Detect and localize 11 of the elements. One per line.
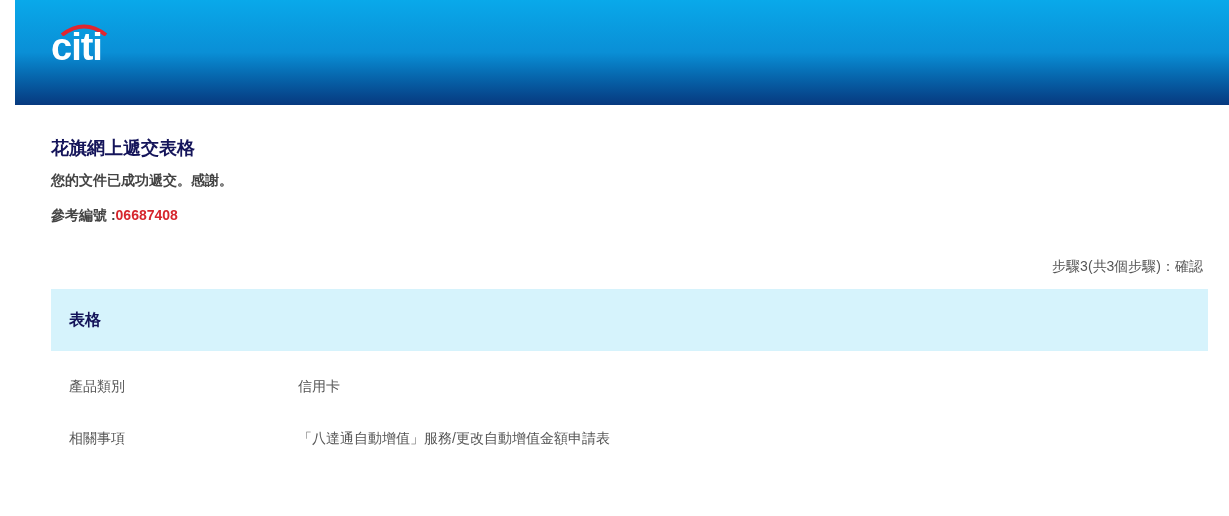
page-title: 花旗網上遞交表格 [51,137,196,160]
reference-label: 參考編號 : [51,206,116,225]
logo[interactable]: citi [51,24,108,66]
success-message: 您的文件已成功遞交。感謝。 [51,171,234,190]
field-label: 產品類別 [69,377,126,396]
step-indicator: 步驟3(共3個步驟)：確認 [1052,257,1203,276]
field-value: 「八達通自動增值」服務/更改自動增值金額申請表 [298,429,610,448]
field-value: 信用卡 [298,377,340,396]
field-label: 相關事項 [69,429,126,448]
section-title: 表格 [69,310,101,330]
reference-number: 06687408 [115,206,178,225]
